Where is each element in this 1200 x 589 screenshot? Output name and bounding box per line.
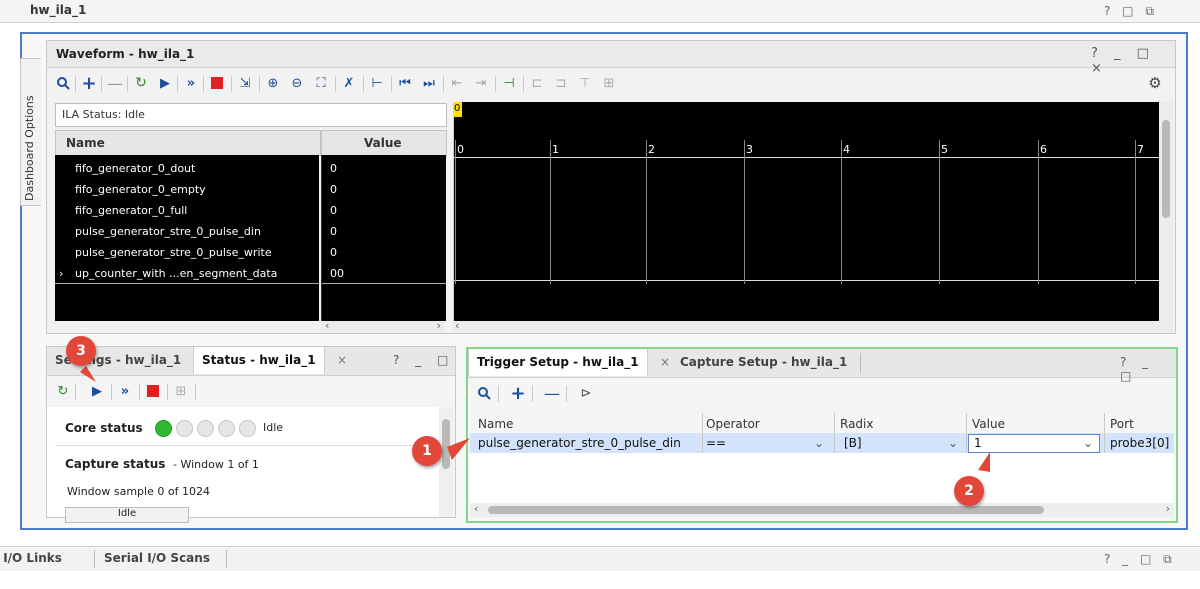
callout-badge-1: 1 <box>412 436 442 466</box>
callout-pointers <box>80 366 990 472</box>
callout-badge-2: 2 <box>954 476 984 506</box>
callout-badge-3: 3 <box>66 336 96 366</box>
